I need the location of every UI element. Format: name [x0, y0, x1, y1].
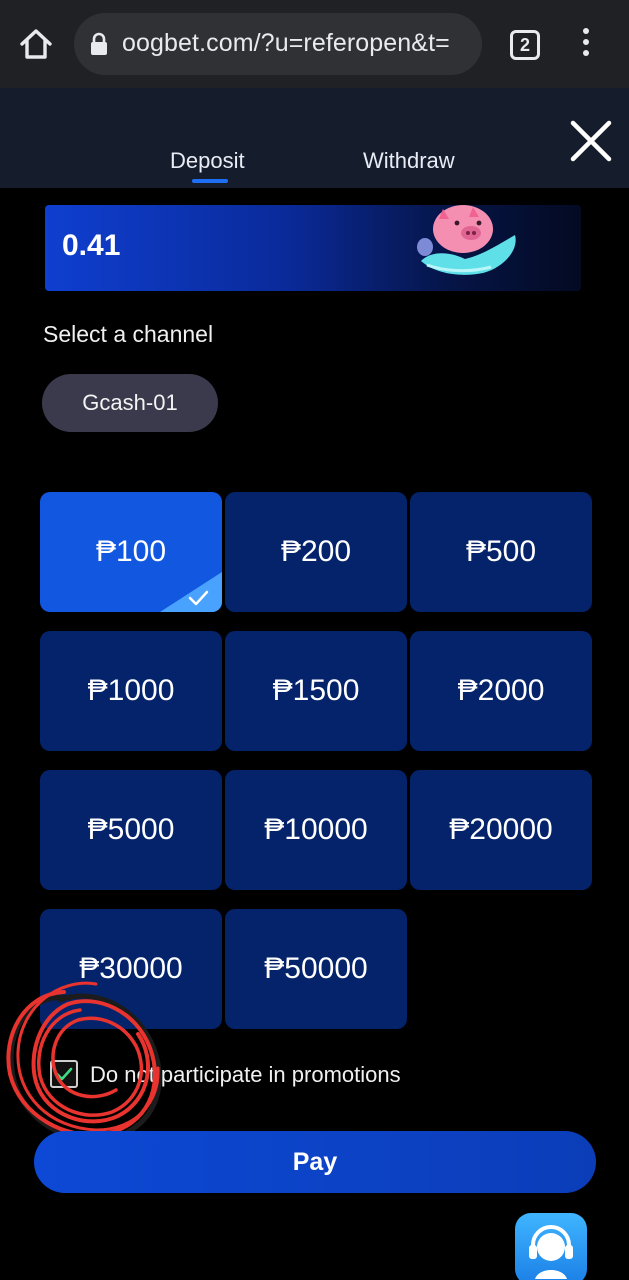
amount-label: ₱20000 — [449, 813, 553, 846]
pay-button[interactable]: Pay — [34, 1131, 596, 1193]
amount-option[interactable]: ₱100 — [40, 492, 222, 612]
channel-chip-gcash[interactable]: Gcash-01 — [42, 374, 218, 432]
amount-label: ₱1000 — [87, 674, 175, 707]
lock-icon — [90, 32, 108, 56]
headset-support-icon[interactable] — [515, 1213, 587, 1280]
tab-deposit[interactable]: Deposit — [170, 148, 245, 174]
amount-label: ₱30000 — [79, 952, 183, 985]
amount-label: ₱50000 — [264, 952, 368, 985]
amount-option[interactable]: ₱200 — [225, 492, 407, 612]
tab-withdraw[interactable]: Withdraw — [363, 148, 455, 174]
check-icon — [160, 572, 222, 612]
balance-card: 0.41 — [45, 205, 581, 291]
amount-option[interactable]: ₱5000 — [40, 770, 222, 890]
amount-option[interactable]: ₱500 — [410, 492, 592, 612]
browser-toolbar: oogbet.com/?u=referopen&t= 2 — [0, 0, 629, 88]
address-bar[interactable]: oogbet.com/?u=referopen&t= — [74, 13, 482, 75]
home-icon[interactable] — [18, 24, 54, 64]
tabs-icon[interactable]: 2 — [510, 30, 540, 60]
url-text: oogbet.com/?u=referopen&t= — [122, 29, 450, 57]
app-header: Deposit Withdraw — [0, 88, 629, 188]
amount-option[interactable]: ₱50000 — [225, 909, 407, 1029]
balance-value: 0.41 — [62, 229, 121, 262]
amount-option[interactable]: ₱1000 — [40, 631, 222, 751]
amount-option[interactable]: ₱2000 — [410, 631, 592, 751]
piggy-bank-icon — [413, 205, 523, 281]
amount-label: ₱10000 — [264, 813, 368, 846]
active-tab-indicator — [192, 179, 228, 183]
promotions-label: Do not participate in promotions — [90, 1062, 401, 1087]
amount-label: ₱200 — [280, 535, 352, 568]
amount-option[interactable]: ₱30000 — [40, 909, 222, 1029]
check-icon — [55, 1067, 73, 1081]
close-icon[interactable] — [568, 118, 614, 164]
amount-option[interactable]: ₱1500 — [225, 631, 407, 751]
amount-label: ₱500 — [465, 535, 537, 568]
amount-label: ₱100 — [95, 535, 167, 568]
amount-option[interactable]: ₱20000 — [410, 770, 592, 890]
amount-option[interactable]: ₱10000 — [225, 770, 407, 890]
amount-label: ₱1500 — [272, 674, 360, 707]
amount-label: ₱5000 — [87, 813, 175, 846]
amount-label: ₱2000 — [457, 674, 545, 707]
channel-section-label: Select a channel — [43, 321, 214, 347]
more-vert-icon[interactable] — [574, 28, 598, 62]
promotions-checkbox[interactable] — [50, 1060, 78, 1088]
